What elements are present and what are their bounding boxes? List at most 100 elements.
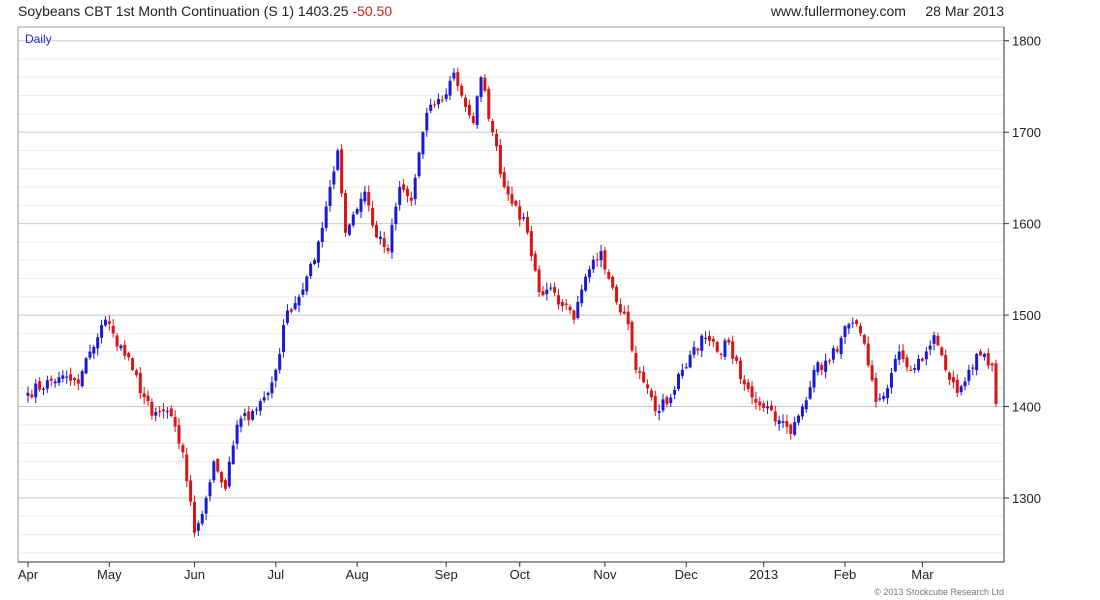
candle-body <box>928 345 932 350</box>
candle-body <box>963 381 967 387</box>
candle-body <box>115 335 119 347</box>
candle-body <box>653 395 657 412</box>
candle-body <box>789 424 793 434</box>
candle-body <box>100 324 104 338</box>
candle-body <box>913 368 917 370</box>
candle-body <box>812 369 816 388</box>
candle-body <box>719 353 723 355</box>
candle-body <box>587 269 591 278</box>
candle-body <box>638 371 642 373</box>
candle-body <box>371 208 375 226</box>
candle-body <box>417 152 421 177</box>
candle-body <box>460 85 464 96</box>
candle-body <box>359 198 363 212</box>
candle-body <box>347 224 351 235</box>
candle-body <box>88 351 92 358</box>
candle-body <box>313 260 317 265</box>
candle-body <box>363 191 367 202</box>
candle-body <box>239 418 243 427</box>
candle-body <box>692 347 696 355</box>
candle-body <box>351 214 355 226</box>
candle-body <box>479 77 483 98</box>
candle-body <box>506 186 510 195</box>
candle-body <box>84 358 88 374</box>
candle-body <box>746 382 750 389</box>
candle-body <box>615 286 619 303</box>
candle-body <box>440 99 444 101</box>
candle-body <box>584 276 588 291</box>
x-tick-label: Feb <box>834 567 856 582</box>
candle-body <box>231 445 235 465</box>
candle-body <box>754 398 758 403</box>
candle-body <box>994 363 998 404</box>
candle-body <box>591 259 595 270</box>
candle-body <box>932 335 936 344</box>
candle-body <box>495 133 499 147</box>
candle-body <box>165 411 169 413</box>
candle-body <box>990 363 994 366</box>
candle-body <box>96 337 100 349</box>
candle-body <box>49 378 53 381</box>
candle-body <box>901 350 905 360</box>
candle-body <box>223 480 227 489</box>
candle-body <box>150 401 154 416</box>
candle-body <box>545 289 549 295</box>
candle-body <box>924 351 928 360</box>
y-tick-label: 1300 <box>1012 491 1041 506</box>
candle-body <box>185 454 189 482</box>
candle-body <box>781 421 785 423</box>
candle-body <box>324 206 328 228</box>
candle-body <box>340 149 344 194</box>
copyright-text: © 2013 Stockcube Research Ltd <box>874 587 1004 597</box>
candle-body <box>80 371 84 387</box>
candle-body <box>53 381 57 384</box>
candle-body <box>483 77 487 91</box>
candle-body <box>793 422 797 435</box>
candle-body <box>448 80 452 96</box>
candle-body <box>274 369 278 381</box>
candle-body <box>262 397 266 401</box>
candle-body <box>510 193 514 204</box>
candle-body <box>704 337 708 339</box>
candle-body <box>57 377 61 384</box>
candle-body <box>944 354 948 370</box>
candle-body <box>258 401 262 411</box>
candle-body <box>270 382 274 394</box>
candle-body <box>866 343 870 366</box>
candle-body <box>309 263 313 277</box>
candle-body <box>797 415 801 423</box>
candle-body <box>502 172 506 188</box>
candle-body <box>618 304 622 313</box>
candle-body <box>45 380 49 389</box>
candle-body <box>828 360 832 362</box>
candle-body <box>707 335 711 341</box>
candle-body <box>738 360 742 380</box>
candle-body <box>626 311 630 325</box>
candle-body <box>123 344 127 356</box>
candle-body <box>138 372 142 394</box>
candle-body <box>409 197 413 201</box>
candle-body <box>982 354 986 357</box>
candle-body <box>278 354 282 370</box>
candle-body <box>560 301 564 306</box>
candle-body <box>436 99 440 105</box>
candle-body <box>529 231 533 257</box>
x-tick-label: Apr <box>18 567 39 582</box>
candle-body <box>533 253 537 271</box>
candle-body <box>154 412 158 416</box>
candle-body <box>553 286 557 293</box>
candle-body <box>762 403 766 408</box>
candle-body <box>646 384 650 389</box>
candle-body <box>835 349 839 352</box>
candle-body <box>839 337 843 355</box>
candle-body <box>227 461 231 487</box>
candle-body <box>549 287 553 289</box>
candle-body <box>870 365 874 381</box>
candle-body <box>611 276 615 288</box>
candle-body <box>386 248 390 252</box>
candle-body <box>893 358 897 372</box>
candle-body <box>464 97 468 107</box>
candle-body <box>382 238 386 248</box>
candle-body <box>425 112 429 131</box>
candle-body <box>882 396 886 400</box>
